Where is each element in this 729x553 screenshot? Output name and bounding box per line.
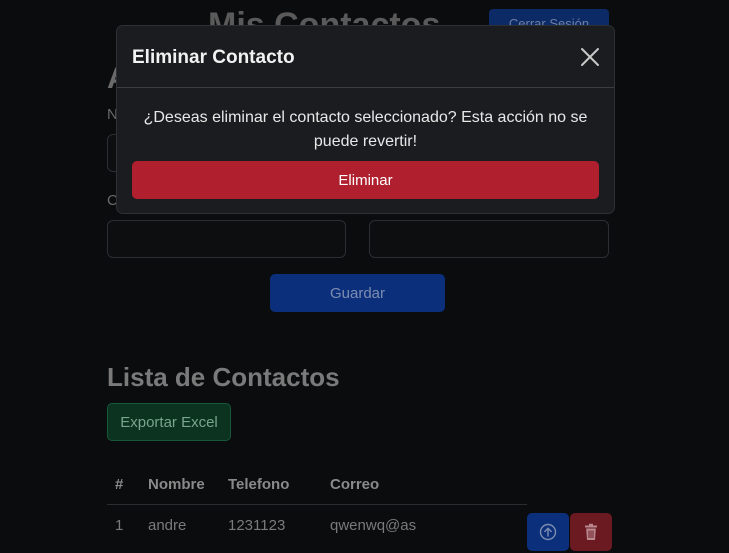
- arrow-up-circle-icon: [539, 523, 557, 541]
- table-divider: [107, 504, 527, 505]
- phone-field[interactable]: [369, 220, 609, 258]
- modal-message: ¿Deseas eliminar el contacto seleccionad…: [143, 109, 588, 150]
- edit-contact-button[interactable]: [527, 513, 569, 551]
- confirm-delete-button[interactable]: Eliminar: [132, 161, 599, 199]
- row-email: qwenwq@as: [330, 517, 417, 534]
- trash-icon: [585, 523, 597, 540]
- contacts-list-heading: Lista de Contactos: [107, 362, 340, 392]
- row-phone: 1231123: [228, 517, 286, 534]
- modal-header: Eliminar Contacto: [117, 26, 614, 88]
- save-button[interactable]: Guardar: [270, 274, 445, 312]
- column-header-email: Correo: [330, 476, 380, 493]
- export-excel-button[interactable]: Exportar Excel: [107, 403, 231, 441]
- delete-contact-button[interactable]: [570, 513, 612, 551]
- delete-contact-modal: Eliminar Contacto ¿Deseas eliminar el co…: [116, 25, 615, 214]
- row-name: andre: [148, 517, 187, 534]
- column-header-phone: Telefono: [228, 476, 290, 493]
- modal-title: Eliminar Contacto: [132, 47, 295, 68]
- column-header-number: #: [115, 476, 124, 493]
- email-field[interactable]: [107, 220, 346, 258]
- close-icon[interactable]: [579, 46, 601, 68]
- row-number: 1: [115, 517, 124, 534]
- column-header-name: Nombre: [148, 476, 205, 493]
